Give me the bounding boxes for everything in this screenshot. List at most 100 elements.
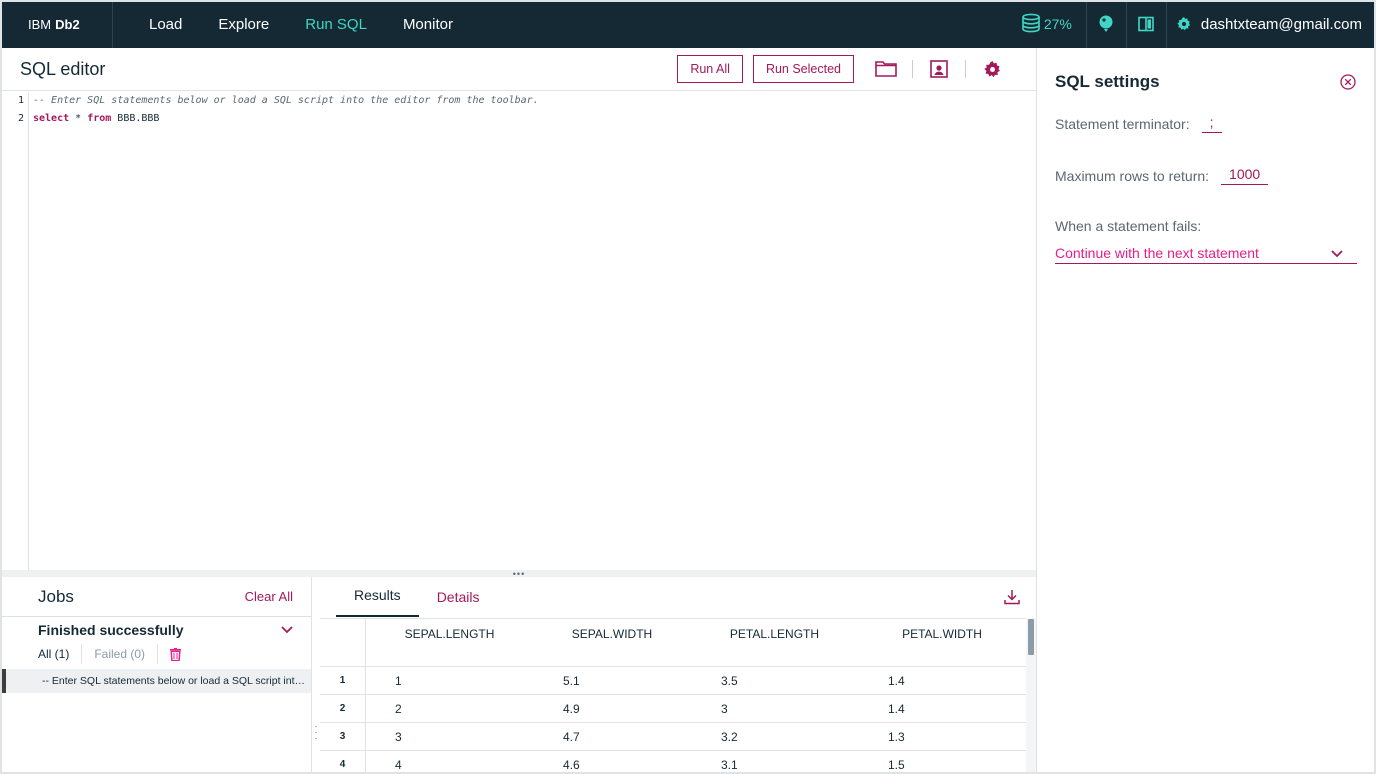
nav-item-run-sql[interactable]: Run SQL: [287, 0, 385, 48]
max-rows-input[interactable]: 1000: [1221, 166, 1269, 185]
chevron-down-icon: [281, 621, 293, 639]
table-cell: 1.4: [888, 673, 905, 688]
code-editor[interactable]: 1 2 -- Enter SQL statements below or loa…: [2, 92, 1036, 570]
row-index: 2: [320, 694, 366, 723]
table-cell: 4.7: [563, 729, 580, 744]
table-cell: 4: [395, 757, 402, 772]
nav-item-monitor[interactable]: Monitor: [385, 0, 471, 48]
tab-results[interactable]: Results: [336, 587, 419, 617]
line-number: 1: [17, 95, 24, 106]
column-header[interactable]: PETAL.LENGTH: [691, 619, 858, 666]
user-account[interactable]: dashtxteam@gmail.com: [1201, 16, 1376, 33]
nav-item-load[interactable]: Load: [113, 0, 200, 48]
main-nav: Load Explore Run SQL Monitor: [113, 0, 471, 48]
table-cell: 3: [395, 729, 402, 744]
close-icon[interactable]: [1340, 74, 1356, 95]
table-row[interactable]: 2 2 4.9 3 1.4: [320, 694, 1026, 723]
table-row[interactable]: 4 4 4.6 3.1 1.5: [320, 750, 1026, 774]
statement-terminator-row: Statement terminator: ;: [1055, 114, 1222, 133]
row-index-header: [320, 619, 366, 666]
jobs-title: Jobs: [38, 586, 74, 606]
top-right-tools: 27% dashtxteam@gmail.com: [1003, 0, 1376, 48]
table-cell: 2: [395, 701, 402, 716]
column-header[interactable]: SEPAL.LENGTH: [366, 619, 533, 666]
sql-editor-toolbar: Run All Run Selected: [667, 48, 1036, 91]
table-cell: 4.9: [563, 701, 580, 716]
code-line[interactable]: select * from BBB.BBB: [33, 110, 539, 128]
fail-behavior-label: When a statement fails:: [1055, 218, 1202, 234]
jobs-status-label: Finished successfully: [38, 622, 184, 638]
results-scrollbar[interactable]: [1026, 618, 1036, 774]
chevron-down-icon: [1331, 245, 1343, 261]
table-cell: 3: [721, 701, 728, 716]
filter-all-tab[interactable]: All (1): [38, 644, 83, 664]
gear-icon[interactable]: [978, 55, 1006, 83]
filter-failed-tab[interactable]: Failed (0): [82, 644, 159, 664]
panel-resize-handle[interactable]: •••: [2, 569, 1036, 579]
column-header[interactable]: PETAL.WIDTH: [858, 619, 1026, 666]
row-index: 1: [320, 666, 366, 695]
statement-terminator-input[interactable]: ;: [1201, 114, 1222, 133]
tab-details[interactable]: Details: [419, 589, 498, 617]
jobs-status-dropdown[interactable]: Finished successfully: [2, 617, 311, 643]
scrollbar-thumb[interactable]: [1028, 619, 1034, 655]
table-cell: 1.5: [888, 757, 905, 772]
sql-settings-title: SQL settings: [1055, 72, 1160, 91]
trash-icon[interactable]: [158, 647, 182, 661]
toolbar-divider: [912, 60, 913, 78]
code-keyword-from: from: [87, 113, 112, 124]
table-header: SEPAL.LENGTH SEPAL.WIDTH PETAL.LENGTH PE…: [320, 618, 1026, 667]
fail-behavior-row: When a statement fails:: [1055, 218, 1201, 234]
clear-all-button[interactable]: Clear All: [245, 589, 293, 604]
save-script-icon[interactable]: [925, 55, 953, 83]
code-keyword-select: select: [33, 113, 70, 124]
sql-editor-panel: SQL editor Run All Run Selected 1 2 -- E…: [2, 48, 1036, 570]
jobs-header: Jobs Clear All: [2, 577, 311, 617]
results-panel: Results Details SEPAL.LENGTH SEPAL.WIDTH…: [320, 577, 1036, 774]
sql-editor-header: SQL editor Run All Run Selected: [2, 48, 1036, 91]
max-rows-label: Maximum rows to return:: [1055, 167, 1210, 184]
job-item-text: -- Enter SQL statements below or load a …: [42, 675, 308, 687]
jobs-filter-bar: All (1) Failed (0): [2, 643, 311, 665]
statement-terminator-label: Statement terminator:: [1055, 115, 1190, 132]
brand-logo[interactable]: IBM Db2: [0, 0, 113, 48]
line-number-gutter: 1 2: [2, 92, 29, 570]
help-balloon-icon[interactable]: [1087, 0, 1127, 48]
table-row[interactable]: 1 1 5.1 3.5 1.4: [320, 666, 1026, 695]
code-lines[interactable]: -- Enter SQL statements below or load a …: [33, 92, 539, 128]
toolbar-divider: [965, 60, 966, 78]
table-cell: 1: [395, 673, 402, 688]
line-number: 2: [17, 113, 24, 124]
nav-item-explore[interactable]: Explore: [200, 0, 287, 48]
fail-behavior-select[interactable]: Continue with the next statement: [1055, 242, 1357, 264]
code-comment: -- Enter SQL statements below or load a …: [33, 95, 539, 106]
sql-editor-title: SQL editor: [20, 58, 106, 79]
job-list-item[interactable]: -- Enter SQL statements below or load a …: [2, 669, 311, 693]
column-header[interactable]: SEPAL.WIDTH: [533, 619, 691, 666]
code-table-name: BBB.BBB: [111, 113, 160, 124]
brand-prefix: IBM: [28, 16, 52, 32]
results-tabs: Results Details: [320, 577, 1036, 617]
book-icon[interactable]: [1127, 0, 1167, 48]
table-cell: 1.3: [888, 729, 905, 744]
row-index: 4: [320, 750, 366, 774]
table-cell: 3.5: [721, 673, 738, 688]
results-table: SEPAL.LENGTH SEPAL.WIDTH PETAL.LENGTH PE…: [320, 618, 1026, 774]
jobs-panel: Jobs Clear All Finished successfully All…: [2, 577, 312, 774]
vertical-resize-handle[interactable]: · · ·: [312, 722, 320, 750]
gear-icon[interactable]: [1167, 0, 1201, 48]
fail-behavior-value: Continue with the next statement: [1055, 244, 1259, 261]
database-icon: [1021, 13, 1041, 36]
code-line[interactable]: -- Enter SQL statements below or load a …: [33, 92, 539, 110]
run-selected-button[interactable]: Run Selected: [752, 55, 854, 83]
table-cell: 5.1: [563, 673, 580, 688]
row-index: 3: [320, 722, 366, 751]
brand-name: Db2: [55, 16, 80, 32]
folder-icon[interactable]: [872, 55, 900, 83]
storage-usage-value: 27%: [1043, 16, 1072, 32]
table-row[interactable]: 3 3 4.7 3.2 1.3: [320, 722, 1026, 751]
max-rows-row: Maximum rows to return: 1000: [1055, 166, 1269, 185]
storage-usage[interactable]: 27%: [1003, 0, 1087, 48]
run-all-button[interactable]: Run All: [677, 55, 743, 83]
download-icon[interactable]: [1004, 589, 1020, 610]
